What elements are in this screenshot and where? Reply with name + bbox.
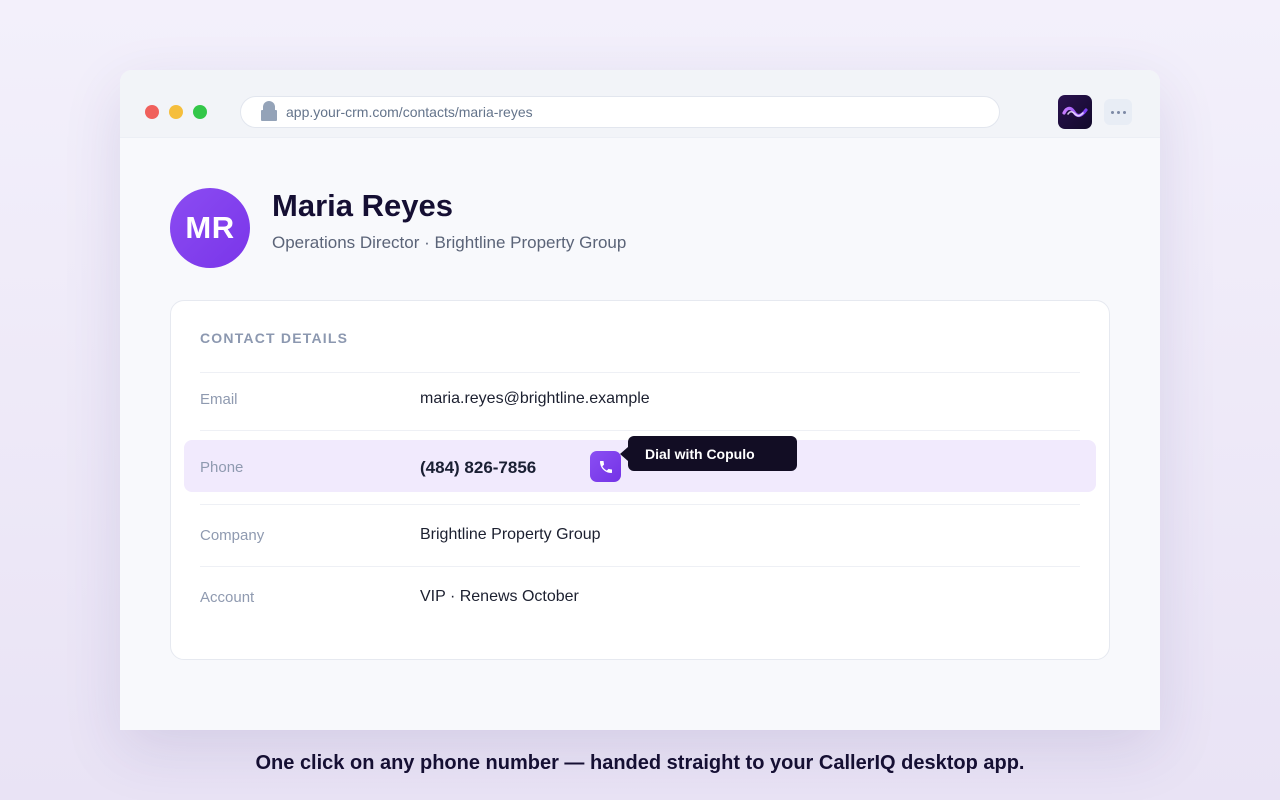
row-label-email: Email — [200, 391, 238, 408]
contact-name: Maria Reyes — [272, 188, 453, 223]
company-value: Brightline Property Group — [420, 526, 601, 543]
dial-button[interactable] — [590, 451, 621, 482]
browser-titlebar: app.your-crm.com/contacts/maria-reyes — [120, 70, 1160, 138]
callerIQ-extension-icon[interactable] — [1058, 95, 1092, 129]
email-value[interactable]: maria.reyes@brightline.example — [420, 390, 650, 408]
close-window-button[interactable] — [145, 105, 159, 119]
address-bar-url[interactable]: app.your-crm.com/contacts/maria-reyes — [286, 104, 533, 120]
card-title: CONTACT DETAILS — [200, 330, 349, 346]
maximize-window-button[interactable] — [193, 105, 207, 119]
tooltip-arrow — [620, 447, 628, 461]
minimize-window-button[interactable] — [169, 105, 183, 119]
row-label-account: Account — [200, 589, 255, 606]
row-label-company: Company — [200, 527, 265, 544]
row-label-phone: Phone — [200, 459, 244, 476]
contact-role: Operations Director — [272, 233, 420, 252]
divider — [200, 372, 1080, 373]
lock-icon — [260, 101, 278, 121]
browser-window: app.your-crm.com/contacts/maria-reyes MR… — [120, 70, 1160, 730]
marketing-caption: One click on any phone number — handed s… — [255, 752, 1025, 774]
phone-value[interactable]: (484) 826-7856 — [420, 458, 536, 478]
phone-icon — [599, 460, 612, 473]
contact-details-card: CONTACT DETAILS Email maria.reyes@bright… — [170, 300, 1110, 660]
divider — [200, 430, 1080, 431]
divider — [200, 566, 1080, 567]
wave-logo-icon — [1062, 106, 1088, 118]
address-bar[interactable]: app.your-crm.com/contacts/maria-reyes — [240, 96, 1000, 128]
subtitle-separator: · — [424, 233, 430, 252]
dial-tooltip: Dial with Copulo — [628, 436, 797, 471]
account-value: VIP · Renews October — [420, 588, 579, 605]
avatar: MR — [170, 188, 250, 268]
divider — [200, 504, 1080, 505]
more-horizontal-icon[interactable] — [1104, 99, 1132, 125]
contact-company: Brightline Property Group — [434, 233, 627, 252]
contact-subtitle: Operations Director · Brightline Propert… — [272, 233, 626, 253]
